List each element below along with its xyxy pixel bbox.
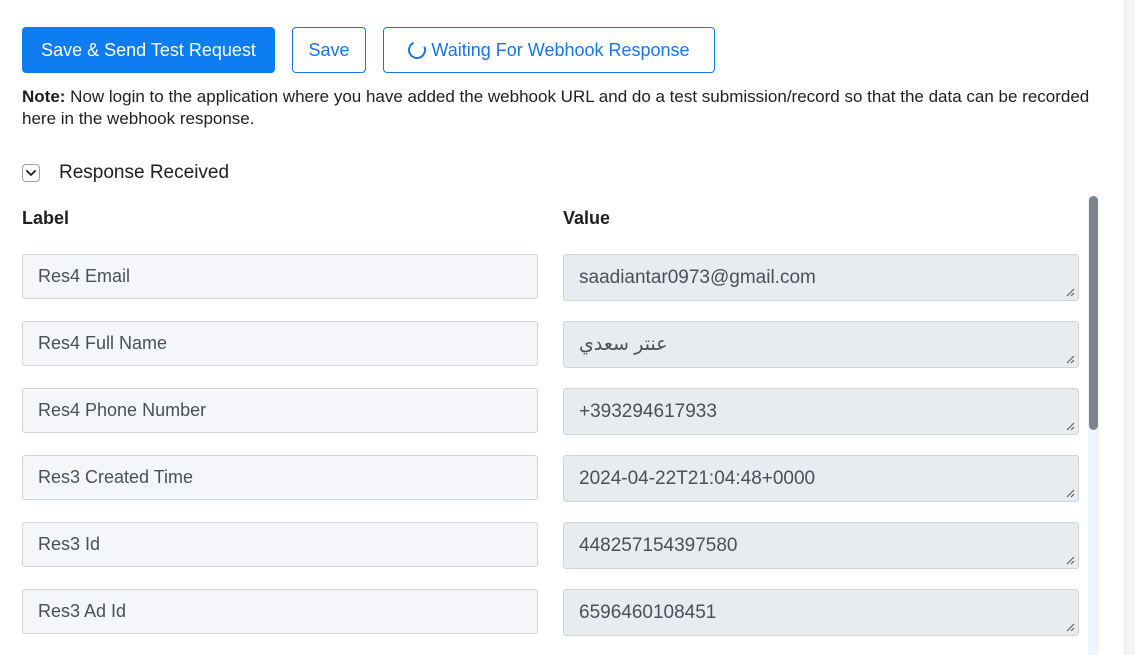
waiting-webhook-response-label: Waiting For Webhook Response	[431, 39, 690, 60]
webhook-response-panel: Save & Send Test Request Save Waiting Fo…	[0, 0, 1135, 655]
field-value-textarea[interactable]: عنتر سعدي	[563, 321, 1079, 368]
page-scrollbar-gutter	[1124, 0, 1135, 655]
resize-grip-icon[interactable]	[1066, 422, 1075, 431]
response-received-label: Response Received	[59, 162, 230, 183]
field-value-text: +393294617933	[579, 400, 717, 422]
save-send-test-request-label: Save & Send Test Request	[41, 39, 256, 60]
field-label-input[interactable]: Res4 Phone Number	[22, 388, 538, 433]
field-value-text: saadiantar0973@gmail.com	[579, 266, 816, 288]
chevron-down-icon[interactable]	[22, 164, 40, 182]
action-toolbar: Save & Send Test Request Save Waiting Fo…	[22, 27, 715, 73]
field-value-text: 448257154397580	[579, 534, 738, 556]
response-scrollbar[interactable]	[1088, 196, 1099, 655]
label-column-header: Label	[22, 208, 70, 228]
resize-grip-icon[interactable]	[1066, 623, 1075, 632]
field-value-text: 6596460108451	[579, 601, 717, 623]
field-label-input[interactable]: Res4 Full Name	[22, 321, 538, 366]
field-value-textarea[interactable]: +393294617933	[563, 388, 1079, 435]
field-value-text: 2024-04-22T21:04:48+0000	[579, 467, 816, 489]
save-send-test-request-button[interactable]: Save & Send Test Request	[22, 27, 275, 73]
value-column-header: Value	[563, 208, 611, 228]
field-value-textarea[interactable]: saadiantar0973@gmail.com	[563, 254, 1079, 301]
scrollbar-thumb[interactable]	[1089, 196, 1098, 430]
field-value-text: عنتر سعدي	[579, 334, 668, 355]
note-text: Now login to the application where you h…	[22, 87, 1090, 128]
field-label-input[interactable]: Res3 Id	[22, 522, 538, 567]
field-label-input[interactable]: Res4 Email	[22, 254, 538, 299]
resize-grip-icon[interactable]	[1066, 355, 1075, 364]
resize-grip-icon[interactable]	[1066, 556, 1075, 565]
field-label-input[interactable]: Res3 Created Time	[22, 455, 538, 500]
resize-grip-icon[interactable]	[1066, 288, 1075, 297]
field-label-input[interactable]: Res3 Ad Id	[22, 589, 538, 634]
field-value-textarea[interactable]: 2024-04-22T21:04:48+0000	[563, 455, 1079, 502]
save-button[interactable]: Save	[292, 27, 366, 73]
response-received-toggle[interactable]: Response Received	[22, 162, 229, 184]
instruction-note: Note: Now login to the application where…	[22, 86, 1102, 130]
field-value-textarea[interactable]: 6596460108451	[563, 589, 1079, 636]
field-value-textarea[interactable]: 448257154397580	[563, 522, 1079, 569]
loading-spinner-icon	[405, 38, 429, 62]
note-prefix: Note:	[22, 87, 66, 106]
save-label: Save	[308, 39, 350, 60]
resize-grip-icon[interactable]	[1066, 489, 1075, 498]
waiting-webhook-response-button[interactable]: Waiting For Webhook Response	[383, 27, 715, 73]
